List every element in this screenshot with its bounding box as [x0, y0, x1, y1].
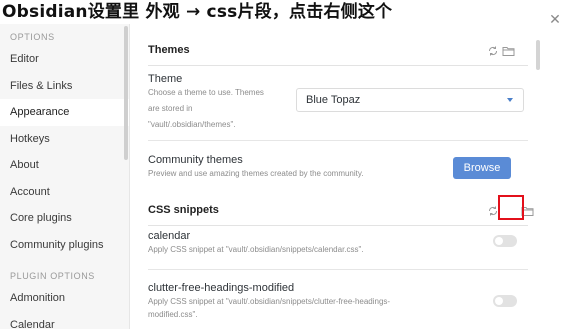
css-snippets-section-title: CSS snippets [148, 204, 219, 216]
snippet-toggle-calendar[interactable] [493, 235, 517, 247]
sidebar-item-hotkeys[interactable]: Hotkeys [0, 126, 129, 153]
browse-button[interactable]: Browse [453, 157, 511, 179]
folder-icon[interactable] [502, 44, 516, 56]
snippet-title-calendar: calendar [148, 230, 191, 242]
reload-icon[interactable] [487, 44, 501, 56]
sidebar-item-calendar[interactable]: Calendar [0, 312, 129, 329]
css-snippets-section-header: CSS snippets [148, 204, 534, 226]
sidebar-item-admonition[interactable]: Admonition [0, 285, 129, 312]
theme-setting-desc-line3: "vault/.obsidian/themes". [148, 120, 236, 129]
sidebar-scrollbar[interactable] [124, 26, 128, 160]
sidebar-heading-options: OPTIONS [10, 32, 55, 42]
themes-section-title: Themes [148, 44, 190, 56]
divider [148, 140, 528, 141]
sidebar-item-core-plugins[interactable]: Core plugins [0, 205, 129, 232]
snippet-desc-calendar: Apply CSS snippet at "vault/.obsidian/sn… [148, 245, 364, 254]
community-themes-title: Community themes [148, 154, 243, 166]
sidebar-item-community-plugins[interactable]: Community plugins [0, 232, 129, 259]
snippet-title-clutter-free: clutter-free-headings-modified [148, 282, 295, 294]
open-snippets-folder-icon[interactable] [521, 204, 535, 216]
community-themes-desc: Preview and use amazing themes created b… [148, 169, 364, 178]
settings-sidebar: OPTIONS Editor Files & Links Appearance … [0, 24, 130, 329]
theme-select[interactable]: Blue Topaz [296, 88, 524, 112]
snippet-desc-clutter-free-line2: modified.css". [148, 310, 198, 319]
themes-section-header: Themes [148, 44, 528, 66]
sidebar-item-editor[interactable]: Editor [0, 46, 129, 73]
theme-setting-desc-line2: are stored in [148, 104, 193, 113]
reload-snippets-icon[interactable] [487, 204, 501, 216]
caption-banner: Obsidian设置里 外观 → css片段，点击右侧这个 [0, 0, 565, 24]
chevron-down-icon [507, 98, 513, 102]
snippet-toggle-clutter-free[interactable] [493, 295, 517, 307]
toggle-knob [495, 237, 503, 245]
theme-setting-title: Theme [148, 73, 183, 85]
sidebar-item-account[interactable]: Account [0, 179, 129, 206]
theme-setting-desc-line1: Choose a theme to use. Themes [148, 88, 264, 97]
settings-main-pane: Themes Theme Choose a theme to use. Them… [131, 24, 565, 329]
snippet-desc-clutter-free-line1: Apply CSS snippet at "vault/.obsidian/sn… [148, 297, 391, 306]
sidebar-item-appearance[interactable]: Appearance [0, 99, 129, 126]
sidebar-item-files-links[interactable]: Files & Links [0, 73, 129, 100]
theme-select-value: Blue Topaz [306, 94, 361, 106]
sidebar-item-about[interactable]: About [0, 152, 129, 179]
toggle-knob [495, 297, 503, 305]
sidebar-heading-plugin-options: PLUGIN OPTIONS [10, 271, 95, 281]
divider [148, 269, 528, 270]
main-scrollbar[interactable] [536, 40, 540, 70]
